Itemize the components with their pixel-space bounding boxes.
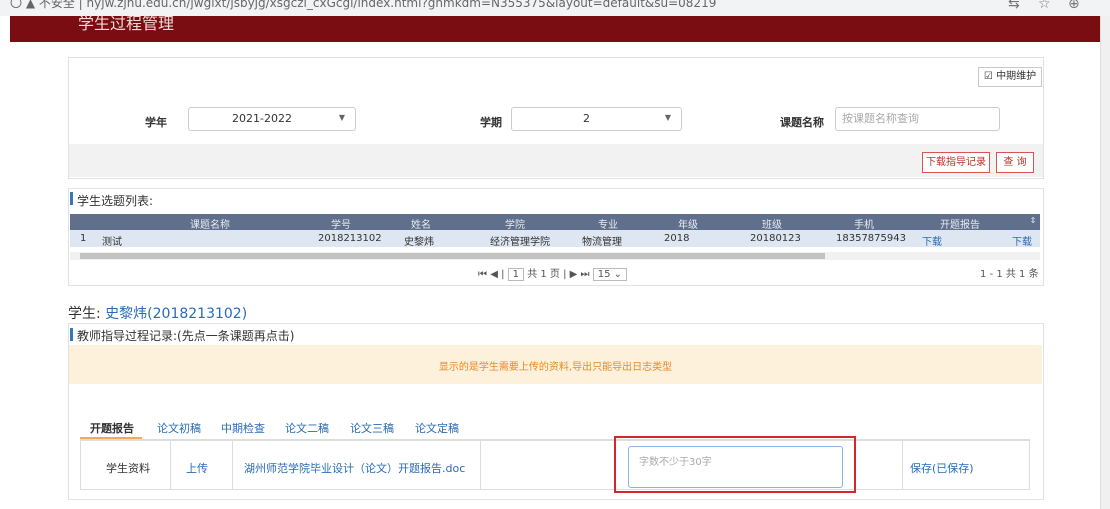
highlight-box [614, 436, 856, 493]
col-header-name[interactable]: 姓名 [396, 216, 446, 231]
first-page-icon[interactable]: ⏮ [478, 269, 487, 280]
cell-grade: 2018 [664, 233, 690, 244]
proposal-file-link[interactable]: 湖州师范学院毕业设计（论文）开题报告.doc [244, 460, 465, 476]
col-header-major[interactable]: 专业 [578, 216, 638, 231]
divider [170, 440, 171, 490]
tab-proposal[interactable]: 开题报告 [90, 420, 134, 436]
scroll-arrows-icon[interactable]: ⇕ [1028, 216, 1038, 225]
col-header-class[interactable]: 班级 [742, 216, 802, 231]
translate-icon[interactable]: ⇆ [1008, 0, 1020, 12]
student-heading: 学生: 史黎炜(2018213102) [68, 303, 247, 323]
grid-horizontal-scrollbar[interactable] [70, 252, 1040, 260]
prev-page-icon[interactable]: ◀ [490, 269, 498, 280]
app-header: 学生过程管理 [10, 14, 1100, 42]
chevron-down-icon: ⌄ [613, 269, 623, 280]
notice-text: 显示的是学生需要上传的资料,导出只能导出日志类型 [438, 362, 673, 373]
query-action-bar [69, 144, 1043, 177]
cell-name: 史黎炜 [404, 237, 434, 248]
col-header-topic[interactable]: 课题名称 [150, 216, 270, 231]
cell-phone: 18357875943 [836, 233, 906, 244]
search-button[interactable]: 查 询 [996, 152, 1034, 173]
page-input[interactable]: 1 [507, 268, 524, 281]
save-link[interactable]: 保存(已保存) [910, 460, 974, 476]
year-label: 学年 [145, 116, 167, 129]
topic-label: 课题名称 [780, 116, 824, 129]
cell-student-id: 2018213102 [318, 233, 382, 244]
term-select[interactable]: 2 ▼ [511, 107, 682, 131]
student-name: 史黎炜(2018213102) [105, 306, 248, 322]
page-scrollbar[interactable] [1100, 16, 1110, 509]
col-header-college[interactable]: 学院 [480, 216, 550, 231]
year-select[interactable]: 2021-2022 ▼ [188, 107, 356, 131]
section-marker [70, 192, 73, 205]
divider [902, 440, 903, 490]
tab-midterm-check[interactable]: 中期检查 [221, 420, 265, 436]
col-header-student-id[interactable]: 学号 [306, 216, 376, 231]
col-header-grade[interactable]: 年级 [668, 216, 708, 231]
extension-icon[interactable]: ⊕ [1068, 0, 1080, 12]
record-summary: 1 - 1 共 1 条 [980, 269, 1039, 280]
download-link[interactable]: 下载 [1012, 233, 1032, 248]
divider [232, 440, 233, 490]
edit-icon: ☑ [983, 71, 993, 82]
download-records-button[interactable]: 下载指导记录 [922, 152, 990, 173]
midterm-maintain-button[interactable]: ☑ 中期维护 [978, 67, 1042, 87]
cell-college: 经济管理学院 [490, 237, 550, 248]
page-count: 共 1 页 [527, 269, 560, 280]
proposal-download-link[interactable]: 下载 [922, 233, 942, 248]
grid-title: 学生选题列表: [77, 194, 154, 208]
divider [480, 440, 481, 490]
cell-topic: 测试 [102, 237, 122, 248]
row-index: 1 [80, 233, 87, 244]
next-page-icon[interactable]: ▶ [570, 269, 578, 280]
upload-link[interactable]: 上传 [186, 460, 208, 476]
year-value: 2021-2022 [232, 112, 292, 125]
col-header-phone[interactable]: 手机 [834, 216, 894, 231]
col-header-proposal[interactable]: 开题报告 [930, 216, 990, 231]
last-page-icon[interactable]: ⏭ [581, 269, 590, 280]
cell-major: 物流管理 [582, 237, 622, 248]
material-row [80, 440, 1030, 490]
cell-class: 20180123 [750, 233, 801, 244]
student-prefix: 学生: [68, 306, 106, 322]
chevron-down-icon: ▼ [338, 113, 345, 122]
app-title: 学生过程管理 [78, 14, 175, 33]
chevron-down-icon: ▼ [664, 113, 671, 122]
section-marker [70, 328, 73, 341]
notice-banner: 显示的是学生需要上传的资料,导出只能导出日志类型 [69, 345, 1042, 384]
term-value: 2 [583, 112, 590, 125]
pager: ⏮ ◀ | 1 共 1 页 | ▶ ⏭ 15 ⌄ [478, 265, 628, 281]
page-size-value: 15 [597, 269, 611, 280]
tab-final-draft[interactable]: 论文定稿 [415, 420, 459, 436]
material-label: 学生资料 [106, 462, 150, 475]
tab-first-draft[interactable]: 论文初稿 [157, 420, 201, 436]
bookmark-icon[interactable]: ☆ [1038, 0, 1051, 12]
page-size-select[interactable]: 15 ⌄ [592, 268, 628, 281]
midterm-maintain-label: 中期维护 [996, 71, 1037, 82]
term-label: 学期 [480, 116, 502, 129]
tab-third-draft[interactable]: 论文三稿 [350, 420, 394, 436]
guidance-title: 教师指导过程记录:(先点一条课题再点击) [77, 329, 295, 343]
tab-second-draft[interactable]: 论文二稿 [285, 420, 329, 436]
topic-search-input[interactable]: 按课题名称查询 [835, 107, 1000, 131]
